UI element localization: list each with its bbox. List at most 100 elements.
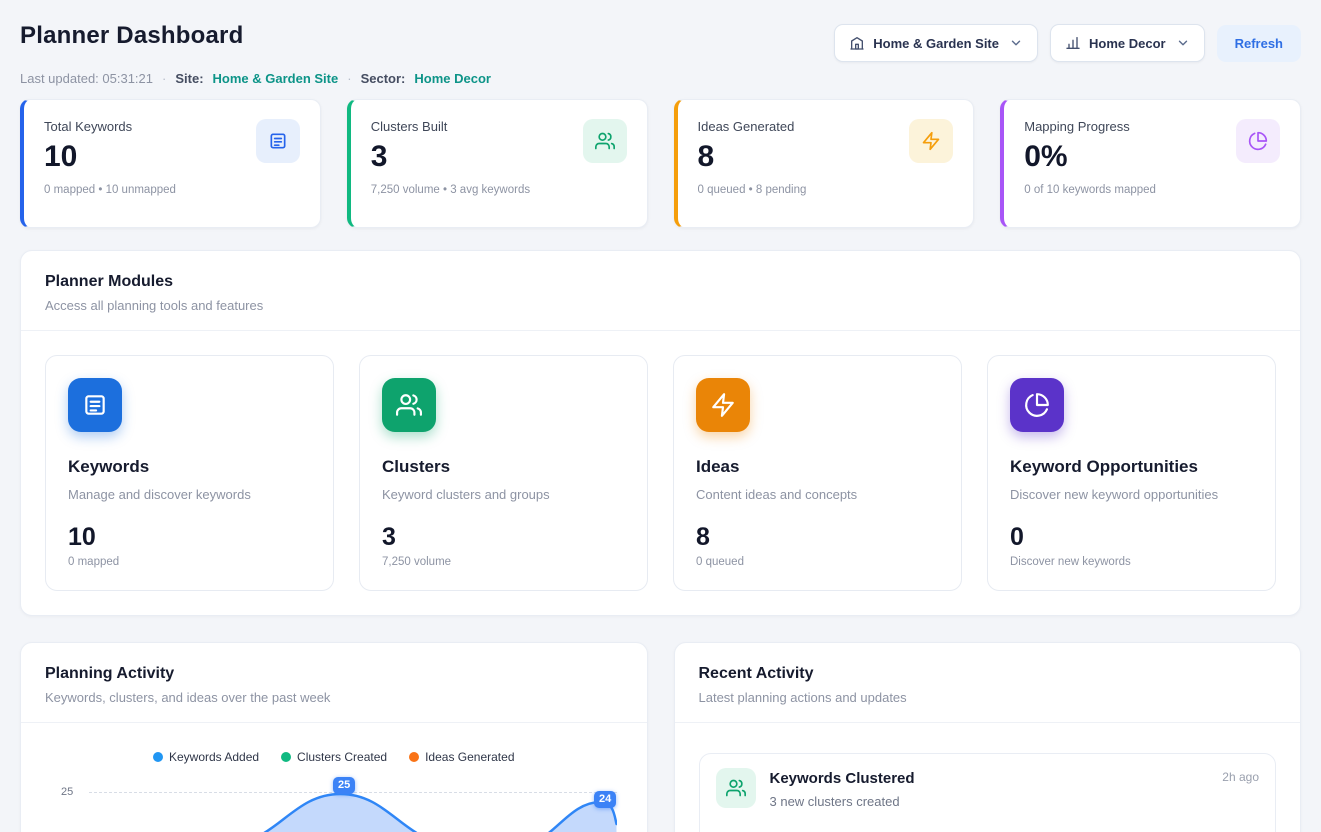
sector-dropdown-label: Home Decor xyxy=(1089,36,1166,51)
users-icon xyxy=(382,378,436,432)
site-link[interactable]: Home & Garden Site xyxy=(213,71,339,86)
legend-dot-green xyxy=(281,752,291,762)
recent-activity-body: Keywords Clustered 3 new clusters create… xyxy=(675,723,1301,832)
pie-chart-icon xyxy=(1236,119,1280,163)
planner-modules-header: Planner Modules Access all planning tool… xyxy=(21,251,1300,331)
stat-label: Clusters Built xyxy=(371,119,530,134)
stat-card-mapping-progress: Mapping Progress 0% 0 of 10 keywords map… xyxy=(1000,99,1301,228)
module-value: 0 xyxy=(1010,523,1253,552)
planning-activity-card: Planning Activity Keywords, clusters, an… xyxy=(20,642,648,832)
users-icon xyxy=(583,119,627,163)
chevron-down-icon xyxy=(1176,36,1190,50)
planner-modules-panel: Planner Modules Access all planning tool… xyxy=(20,250,1301,616)
bar-chart-icon xyxy=(1065,35,1081,51)
site-label: Site: xyxy=(175,71,203,86)
legend-item-ideas-generated: Ideas Generated xyxy=(409,750,514,764)
module-description: Keyword clusters and groups xyxy=(382,487,625,502)
module-sub: 0 queued xyxy=(696,556,939,568)
stat-value: 0% xyxy=(1024,140,1156,174)
users-icon xyxy=(716,768,756,808)
recent-activity-header: Recent Activity Latest planning actions … xyxy=(675,643,1301,723)
module-description: Manage and discover keywords xyxy=(68,487,311,502)
module-card-keywords[interactable]: Keywords Manage and discover keywords 10… xyxy=(45,355,334,591)
module-sub: 7,250 volume xyxy=(382,556,625,568)
stat-label: Total Keywords xyxy=(44,119,176,134)
lightning-icon xyxy=(696,378,750,432)
chevron-down-icon xyxy=(1009,36,1023,50)
stat-label: Mapping Progress xyxy=(1024,119,1156,134)
stat-value: 8 xyxy=(698,140,807,174)
stat-card-total-keywords: Total Keywords 10 0 mapped • 10 unmapped xyxy=(20,99,321,228)
sector-dropdown[interactable]: Home Decor xyxy=(1050,24,1205,62)
activity-item: Keywords Clustered 3 new clusters create… xyxy=(699,753,1277,832)
planner-dashboard-page: Planner Dashboard Home & Garden Site Hom… xyxy=(0,0,1321,832)
section-title: Planner Modules xyxy=(45,273,1276,291)
lightning-icon xyxy=(909,119,953,163)
legend-label: Keywords Added xyxy=(169,750,259,764)
site-dropdown[interactable]: Home & Garden Site xyxy=(834,24,1038,62)
planning-activity-header: Planning Activity Keywords, clusters, an… xyxy=(21,643,647,723)
separator: · xyxy=(162,71,166,86)
stat-label: Ideas Generated xyxy=(698,119,807,134)
activity-description: 3 new clusters created xyxy=(770,794,1209,809)
stat-sub: 0 of 10 keywords mapped xyxy=(1024,184,1156,196)
header-controls: Home & Garden Site Home Decor Refresh xyxy=(834,24,1301,62)
module-title: Ideas xyxy=(696,457,939,477)
separator: · xyxy=(347,71,351,86)
card-title: Recent Activity xyxy=(699,665,1277,683)
module-card-clusters[interactable]: Clusters Keyword clusters and groups 3 7… xyxy=(359,355,648,591)
module-value: 3 xyxy=(382,523,625,552)
bottom-row: Planning Activity Keywords, clusters, an… xyxy=(20,642,1301,832)
page-header: Planner Dashboard Home & Garden Site Hom… xyxy=(20,22,1301,62)
pie-chart-icon xyxy=(1010,378,1064,432)
planning-activity-chart: 25 25 24 xyxy=(45,774,623,832)
sector-label: Sector: xyxy=(361,71,406,86)
module-title: Keyword Opportunities xyxy=(1010,457,1253,477)
document-icon xyxy=(68,378,122,432)
site-dropdown-label: Home & Garden Site xyxy=(873,36,999,51)
stats-row: Total Keywords 10 0 mapped • 10 unmapped… xyxy=(20,99,1301,228)
stat-value: 10 xyxy=(44,140,176,174)
legend-label: Clusters Created xyxy=(297,750,387,764)
section-subtitle: Access all planning tools and features xyxy=(45,298,1276,313)
stat-card-clusters-built: Clusters Built 3 7,250 volume • 3 avg ke… xyxy=(347,99,648,228)
module-description: Discover new keyword opportunities xyxy=(1010,487,1253,502)
module-sub: Discover new keywords xyxy=(1010,556,1253,568)
legend-dot-orange xyxy=(409,752,419,762)
meta-row: Last updated: 05:31:21 · Site: Home & Ga… xyxy=(20,71,1301,86)
stat-card-ideas-generated: Ideas Generated 8 0 queued • 8 pending xyxy=(674,99,975,228)
sector-link[interactable]: Home Decor xyxy=(414,71,491,86)
card-title: Planning Activity xyxy=(45,665,623,683)
chart-legend: Keywords Added Clusters Created Ideas Ge… xyxy=(45,750,623,764)
data-point-label: 25 xyxy=(333,777,355,794)
stat-value: 3 xyxy=(371,140,530,174)
module-title: Keywords xyxy=(68,457,311,477)
legend-item-clusters-created: Clusters Created xyxy=(281,750,387,764)
document-icon xyxy=(256,119,300,163)
module-value: 10 xyxy=(68,523,311,552)
data-point-label: 24 xyxy=(594,791,616,808)
card-subtitle: Latest planning actions and updates xyxy=(699,690,1277,705)
y-axis-tick: 25 xyxy=(61,786,73,798)
modules-grid: Keywords Manage and discover keywords 10… xyxy=(21,331,1300,615)
building-icon xyxy=(849,35,865,51)
legend-dot-blue xyxy=(153,752,163,762)
module-description: Content ideas and concepts xyxy=(696,487,939,502)
last-updated-text: Last updated: 05:31:21 xyxy=(20,71,153,86)
refresh-button[interactable]: Refresh xyxy=(1217,25,1301,62)
module-sub: 0 mapped xyxy=(68,556,311,568)
recent-activity-card: Recent Activity Latest planning actions … xyxy=(674,642,1302,832)
stat-sub: 0 mapped • 10 unmapped xyxy=(44,184,176,196)
activity-item-content: Keywords Clustered 3 new clusters create… xyxy=(770,768,1209,832)
stat-sub: 7,250 volume • 3 avg keywords xyxy=(371,184,530,196)
legend-label: Ideas Generated xyxy=(425,750,514,764)
activity-title: Keywords Clustered xyxy=(770,770,1209,787)
module-value: 8 xyxy=(696,523,939,552)
page-title: Planner Dashboard xyxy=(20,22,243,50)
module-card-keyword-opportunities[interactable]: Keyword Opportunities Discover new keywo… xyxy=(987,355,1276,591)
module-title: Clusters xyxy=(382,457,625,477)
module-card-ideas[interactable]: Ideas Content ideas and concepts 8 0 que… xyxy=(673,355,962,591)
stat-sub: 0 queued • 8 pending xyxy=(698,184,807,196)
card-subtitle: Keywords, clusters, and ideas over the p… xyxy=(45,690,623,705)
activity-timestamp: 2h ago xyxy=(1222,770,1259,832)
